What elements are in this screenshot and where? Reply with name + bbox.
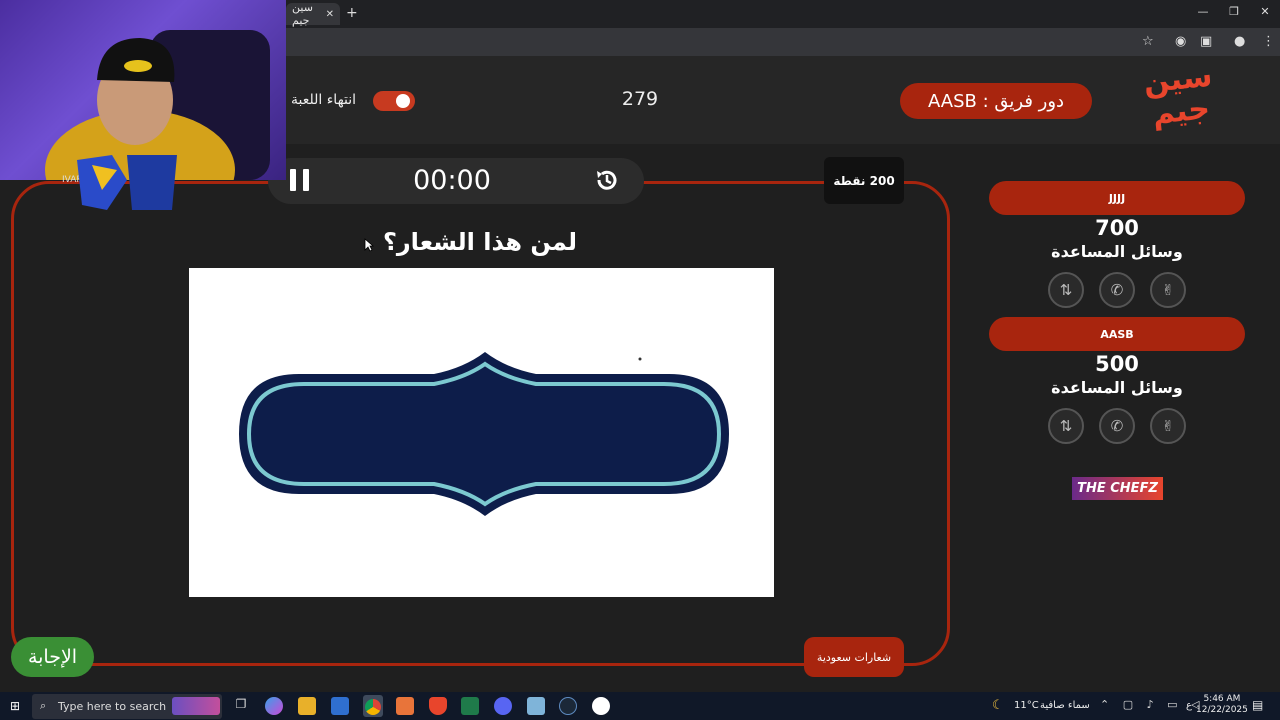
two-answers-helper-icon[interactable]: ✌ [1150,272,1186,308]
extensions-puzzle-icon[interactable]: ▣ [1200,34,1212,49]
windows-start-icon[interactable]: ⊞ [10,699,20,713]
language-indicator[interactable]: ع [1186,700,1192,711]
discord-icon[interactable] [494,697,512,715]
team-score: 700 [1095,216,1139,240]
app-icon[interactable] [527,697,545,715]
question-counter: 279 [621,88,659,110]
helpers-label: وسائل المساعدة [1051,242,1183,261]
stream-logo-image [77,155,177,210]
notifications-icon[interactable]: ▤ [1252,698,1263,712]
end-game-label: انتهاء اللعبة [291,92,357,108]
xbox-icon[interactable] [461,697,479,715]
restore-button[interactable]: ❐ [1222,5,1246,18]
weather-text[interactable]: سماء صافية [1040,700,1090,711]
steam-icon[interactable] [559,697,577,715]
search-highlight-image[interactable] [172,697,220,715]
extension-icon[interactable]: ◉ [1175,34,1186,49]
pause-icon[interactable] [289,168,311,192]
brave-icon[interactable] [429,697,447,715]
new-tab-button[interactable]: + [346,5,358,21]
team-turn-banner: دور فريق : AASB [900,83,1092,119]
copilot-icon[interactable] [265,697,283,715]
store-icon[interactable] [331,697,349,715]
app-icon[interactable] [396,697,414,715]
clock-date: 12/22/2025 [1196,705,1248,715]
browser-tab[interactable]: سين جيم ✕ [286,1,340,27]
bookmark-star-icon[interactable]: ☆ [1142,34,1154,49]
answer-button[interactable]: الإجابة [11,637,94,677]
temperature-text: 11°C [1014,700,1039,711]
call-helper-icon[interactable]: ✆ [1099,408,1135,444]
category-badge: شعارات سعودية [804,637,904,677]
clock-time: 5:46 AM [1203,694,1241,704]
team-score: 500 [1095,352,1139,376]
sponsor-logo: THE CHEFZ [1072,477,1163,500]
game-logo: سين جيم [1136,59,1223,140]
toggle-knob-icon[interactable] [396,94,410,108]
swap-helper-icon[interactable]: ⇅ [1048,408,1084,444]
logo-shape-image [239,352,729,516]
helpers-label: وسائل المساعدة [1051,378,1183,397]
swap-helper-icon[interactable]: ⇅ [1048,272,1084,308]
search-icon: ⌕ [40,699,47,712]
minimize-button[interactable]: — [1191,5,1215,18]
mouse-cursor-icon [364,238,374,252]
task-view-icon[interactable]: ❐ [232,697,250,715]
timer-display: 00:00 [413,165,491,196]
moon-weather-icon: ☾ [992,698,1004,713]
question-image [189,268,774,597]
tab-title: سين جيم [292,1,313,27]
tab-close-icon[interactable]: ✕ [326,9,334,20]
team-name-bar: JJJJ [989,181,1245,215]
obs-icon[interactable] [592,697,610,715]
file-explorer-icon[interactable] [298,697,316,715]
team-name-bar: AASB [989,317,1245,351]
two-answers-helper-icon[interactable]: ✌ [1150,408,1186,444]
taskbar-clock[interactable]: 5:46 AM 12/22/2025 [1196,694,1248,716]
close-window-button[interactable]: ✕ [1253,5,1277,18]
logo-line-2: جيم [1150,91,1212,132]
question-text: لمن هذا الشعار؟ [382,228,578,256]
profile-icon[interactable]: ● [1234,34,1245,49]
points-badge: 200 نقطة [824,157,904,204]
menu-kebab-icon[interactable]: ⋮ [1262,34,1275,49]
call-helper-icon[interactable]: ✆ [1099,272,1135,308]
chrome-icon[interactable] [365,699,381,715]
reset-timer-icon[interactable] [593,166,621,194]
